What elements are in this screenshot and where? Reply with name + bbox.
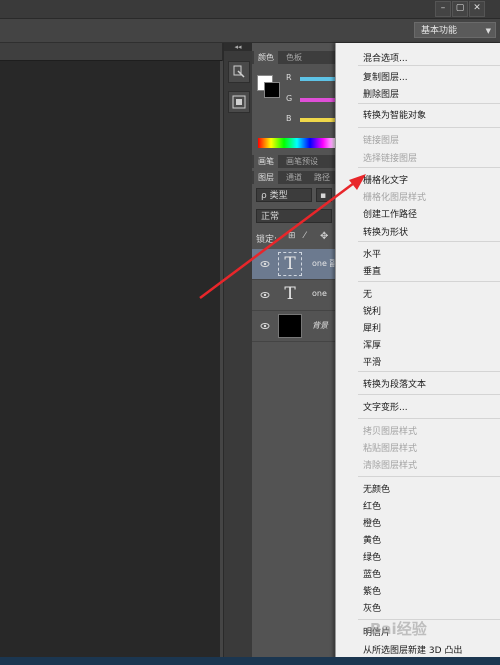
menu-item[interactable]: 垂直 bbox=[363, 265, 381, 280]
blue-channel-slider[interactable] bbox=[300, 118, 336, 122]
brush-panel-tabs: 画笔 画笔预设 bbox=[252, 155, 336, 168]
menu-item: 选择链接图层 bbox=[363, 154, 418, 164]
menu-item[interactable]: 文字变形... bbox=[363, 401, 408, 416]
watermark: Bai经验 bbox=[370, 620, 427, 638]
menu-item[interactable]: 转换为形状 bbox=[363, 226, 408, 241]
menu-item[interactable]: 栅格化文字 bbox=[363, 174, 408, 189]
menu-item: 清除图层样式 bbox=[363, 461, 418, 471]
maximize-button[interactable]: ▢ bbox=[452, 1, 468, 17]
tab-swatches[interactable]: 色板 bbox=[282, 51, 306, 64]
menu-separator bbox=[358, 65, 500, 66]
history-panel-icon[interactable] bbox=[228, 61, 250, 83]
menu-item[interactable]: 转换为段落文本 bbox=[363, 378, 426, 393]
layer-filter-select[interactable]: ρ 类型 bbox=[256, 188, 312, 202]
color-panel-tabs: 颜色 色板 bbox=[252, 51, 336, 64]
document-canvas[interactable] bbox=[0, 61, 220, 665]
tab-paths[interactable]: 路径 bbox=[310, 171, 334, 184]
tab-brush-presets[interactable]: 画笔预设 bbox=[282, 155, 322, 168]
application-title-bar: – ▢ ✕ bbox=[0, 0, 500, 19]
workspace-label: 基本功能 bbox=[421, 26, 458, 36]
menu-item[interactable]: 无颜色 bbox=[363, 483, 390, 498]
tab-layers[interactable]: 图层 bbox=[254, 171, 278, 184]
menu-item[interactable]: 橙色 bbox=[363, 517, 381, 532]
menu-item[interactable]: 锐利 bbox=[363, 305, 381, 320]
menu-item[interactable]: 平滑 bbox=[363, 356, 381, 371]
layer-row[interactable]: 背景 bbox=[252, 311, 336, 342]
layer-name[interactable]: 背景 bbox=[312, 320, 328, 331]
menu-item[interactable]: 红色 bbox=[363, 500, 381, 515]
menu-separator bbox=[358, 371, 500, 372]
menu-separator bbox=[358, 281, 500, 282]
panels-area: 颜色 色板 R G B 画笔 画笔预设 图层 通道 路径 ρ 类型 ▪ 正常 锁… bbox=[252, 43, 337, 665]
menu-item[interactable]: 绿色 bbox=[363, 551, 381, 566]
lock-position-icon[interactable]: ✥ bbox=[320, 231, 328, 242]
menu-item[interactable]: 无 bbox=[363, 288, 372, 303]
filter-image-icon[interactable]: ▪ bbox=[316, 188, 332, 202]
menu-item[interactable]: 黄色 bbox=[363, 534, 381, 549]
options-bar: 基本功能 ▼ bbox=[0, 19, 500, 43]
menu-item[interactable]: 复制图层... bbox=[363, 71, 408, 86]
blend-mode-value: 正常 bbox=[261, 212, 280, 222]
menu-item[interactable]: 创建工作路径 bbox=[363, 208, 417, 223]
color-spectrum-ramp[interactable] bbox=[258, 138, 336, 148]
menu-item[interactable]: 蓝色 bbox=[363, 568, 381, 583]
menu-item[interactable]: 紫色 bbox=[363, 585, 381, 600]
menu-item[interactable]: 灰色 bbox=[363, 602, 381, 617]
document-tab-strip bbox=[0, 43, 222, 61]
menu-separator bbox=[358, 476, 500, 477]
lock-pixels-icon[interactable]: ⊞ bbox=[288, 231, 296, 241]
menu-separator bbox=[358, 241, 500, 242]
tab-brush[interactable]: 画笔 bbox=[254, 155, 278, 168]
visibility-eye-icon[interactable] bbox=[260, 321, 270, 331]
menu-item[interactable]: 转换为智能对象 bbox=[363, 109, 426, 124]
menu-separator bbox=[358, 127, 500, 128]
background-color-swatch[interactable] bbox=[264, 82, 280, 98]
menu-separator bbox=[358, 167, 500, 168]
panel-dock-column: ◂◂ bbox=[223, 43, 253, 665]
red-channel-slider[interactable] bbox=[300, 77, 336, 81]
visibility-eye-icon[interactable] bbox=[260, 290, 270, 300]
workspace-switcher[interactable]: 基本功能 ▼ bbox=[414, 22, 496, 38]
tab-channels[interactable]: 通道 bbox=[282, 171, 306, 184]
layers-panel-tabs: 图层 通道 路径 bbox=[252, 171, 336, 184]
layer-row[interactable]: T one 副 bbox=[252, 249, 337, 280]
tab-color[interactable]: 颜色 bbox=[254, 51, 278, 64]
background-layer-thumbnail bbox=[278, 314, 302, 338]
channel-b-label: B bbox=[286, 114, 292, 123]
text-layer-thumbnail: T bbox=[284, 284, 296, 304]
menu-separator bbox=[358, 394, 500, 395]
menu-item[interactable]: 犀利 bbox=[363, 322, 381, 337]
blend-mode-select[interactable]: 正常 bbox=[256, 209, 332, 223]
visibility-eye-icon[interactable] bbox=[260, 259, 270, 269]
menu-item: 栅格化图层样式 bbox=[363, 193, 427, 203]
collapse-dock-icon[interactable]: ◂◂ bbox=[224, 43, 252, 51]
layer-context-menu: 混合选项... 复制图层... 删除图层 转换为智能对象 链接图层 选择链接图层 栅格化文字… bbox=[335, 43, 500, 665]
minimize-button[interactable]: – bbox=[435, 1, 451, 17]
os-taskbar bbox=[0, 657, 500, 665]
close-button[interactable]: ✕ bbox=[469, 1, 485, 17]
layer-name[interactable]: one 副 bbox=[312, 258, 337, 269]
chevron-down-icon: ▼ bbox=[485, 27, 491, 35]
menu-item[interactable]: 水平 bbox=[363, 248, 381, 263]
menu-separator bbox=[358, 418, 500, 419]
menu-item[interactable]: 浑厚 bbox=[363, 339, 381, 354]
menu-item[interactable]: 删除图层 bbox=[363, 88, 399, 103]
menu-item: 链接图层 bbox=[363, 136, 400, 146]
channel-g-label: G bbox=[286, 94, 293, 103]
layer-row[interactable]: T one bbox=[252, 280, 336, 311]
lock-brush-icon[interactable]: ⁄ bbox=[304, 231, 306, 241]
lock-label: 锁定: bbox=[256, 235, 278, 245]
menu-item: 粘贴图层样式 bbox=[363, 444, 418, 454]
properties-panel-icon[interactable] bbox=[228, 91, 250, 113]
layer-filter-label: ρ 类型 bbox=[261, 191, 288, 201]
layer-name[interactable]: one bbox=[312, 289, 327, 298]
menu-separator bbox=[358, 103, 500, 104]
channel-r-label: R bbox=[286, 73, 292, 82]
menu-item: 拷贝图层样式 bbox=[363, 427, 418, 437]
green-channel-slider[interactable] bbox=[300, 98, 336, 102]
text-layer-thumbnail: T bbox=[278, 252, 302, 276]
